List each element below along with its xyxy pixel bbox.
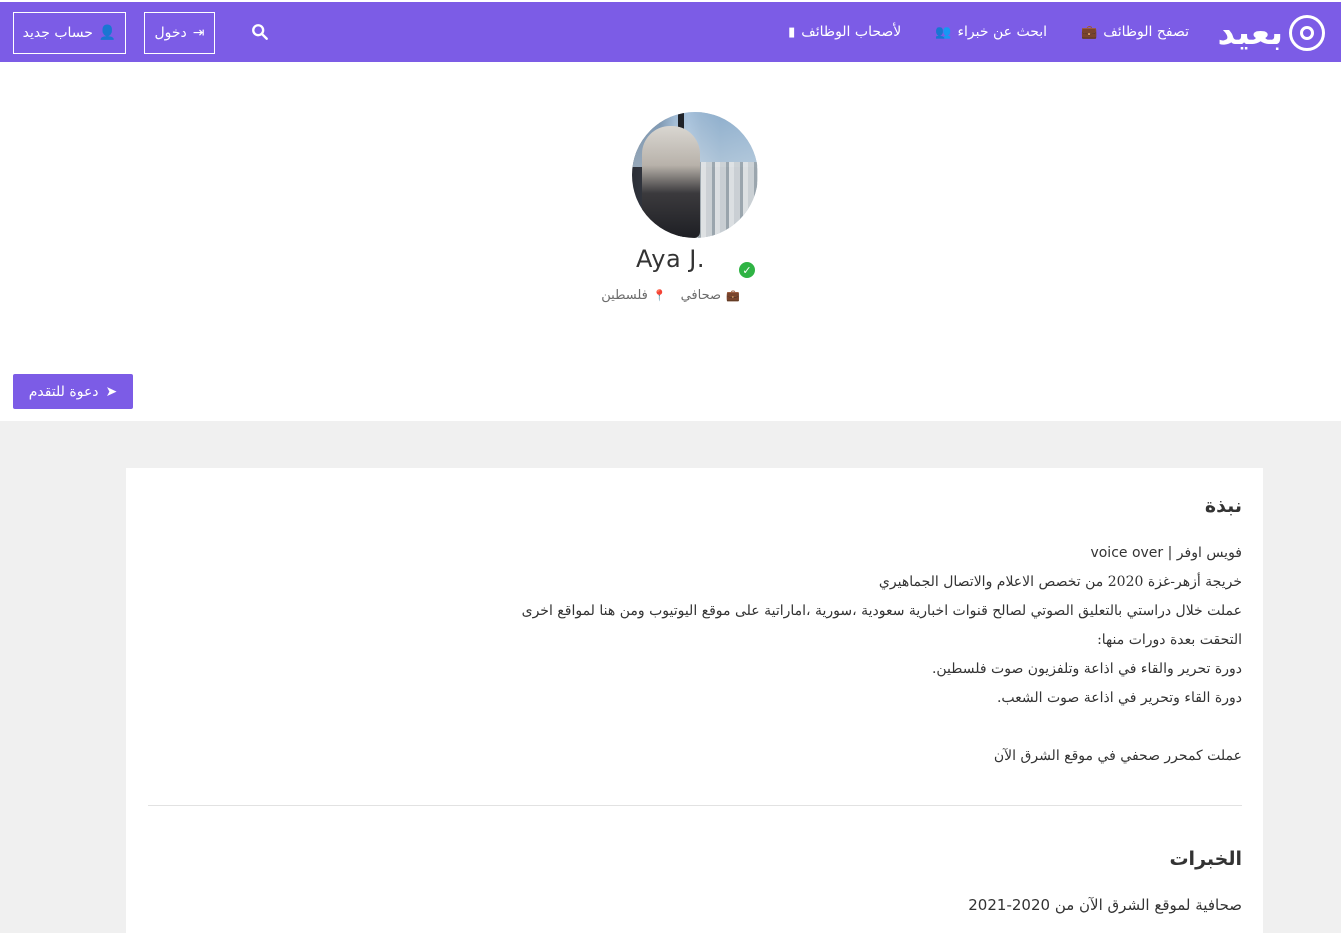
login-button-label: دخول	[154, 25, 187, 41]
about-line: عملت كمحرر صحفي في موقع الشرق الآن	[993, 748, 1242, 764]
about-line: عملت خلال دراستي بالتعليق الصوتي لصالح ق…	[521, 603, 1242, 619]
profile-name: Aya J.	[635, 245, 706, 273]
logo-text: بعيد	[1217, 13, 1283, 53]
nav-find-experts[interactable]: 👥 ابحث عن خبراء	[935, 24, 1047, 40]
about-line: فويس اوفر | voice over	[1090, 545, 1242, 561]
user-plus-icon: 👤	[98, 25, 117, 41]
paper-plane-icon: ➤	[105, 383, 118, 400]
search-button[interactable]	[248, 20, 272, 44]
about-text: فويس اوفر | voice over خريجة أزهر-غزة 20…	[522, 539, 1242, 771]
building-icon: ▮	[788, 24, 796, 40]
about-line	[522, 713, 1242, 742]
login-button[interactable]: دخول ⇥	[144, 12, 215, 54]
nav-employers-label: لأصحاب الوظائف	[801, 24, 902, 40]
profile-location-wrap: 📍 فلسطين	[601, 288, 666, 303]
map-marker-icon: 📍	[652, 289, 667, 302]
experience-item: صحافية لموقع الشرق الآن من 2020-2021	[968, 896, 1242, 914]
about-line: خريجة أزهر-غزة 2020 من تخصص الاعلام والا…	[878, 574, 1242, 590]
nav-browse-jobs-label: تصفح الوظائف	[1103, 24, 1189, 40]
invite-label: دعوة للتقدم	[28, 383, 99, 400]
profile-title: صحافي	[680, 288, 722, 303]
sign-in-icon: ⇥	[192, 25, 205, 41]
about-title: نبذة	[1204, 495, 1242, 517]
about-line: التحقت بعدة دورات منها:	[1097, 632, 1242, 648]
experience-title: الخبرات	[1169, 848, 1242, 870]
nav-employers[interactable]: ▮ لأصحاب الوظائف	[788, 24, 901, 40]
profile-meta: 💼 صحافي 📍 فلسطين	[0, 288, 1341, 303]
profile-title-wrap: 💼 صحافي	[681, 288, 740, 303]
about-line: دورة القاء وتحرير في اذاعة صوت الشعب.	[996, 690, 1242, 706]
profile-location: فلسطين	[601, 288, 648, 303]
logo-mark-icon	[1289, 15, 1325, 51]
section-divider	[148, 805, 1242, 806]
search-icon	[252, 24, 268, 40]
register-button-label: حساب جديد	[22, 25, 93, 41]
navbar: بعيد 💼 تصفح الوظائف 👥 ابحث عن خبراء ▮ لأ…	[0, 2, 1341, 62]
nav-links: 💼 تصفح الوظائف 👥 ابحث عن خبراء ▮ لأصحاب …	[788, 2, 1189, 62]
nav-browse-jobs[interactable]: 💼 تصفح الوظائف	[1081, 24, 1189, 40]
profile-header: ✓ Aya J. 💼 صحافي 📍 فلسطين دعوة للتقدم ➤	[0, 62, 1341, 421]
register-button[interactable]: حساب جديد 👤	[13, 12, 126, 54]
invite-to-apply-button[interactable]: دعوة للتقدم ➤	[13, 374, 133, 409]
briefcase-icon: 💼	[1081, 24, 1098, 40]
briefcase-icon: 💼	[726, 289, 740, 302]
about-line: دورة تحرير والقاء في اذاعة وتلفزيون صوت …	[931, 661, 1242, 677]
nav-find-experts-label: ابحث عن خبراء	[957, 24, 1048, 40]
users-icon: 👥	[935, 24, 952, 40]
site-logo[interactable]: بعيد	[1215, 11, 1325, 55]
avatar	[632, 112, 758, 238]
profile-card: نبذة فويس اوفر | voice over خريجة أزهر-غ…	[126, 468, 1263, 933]
